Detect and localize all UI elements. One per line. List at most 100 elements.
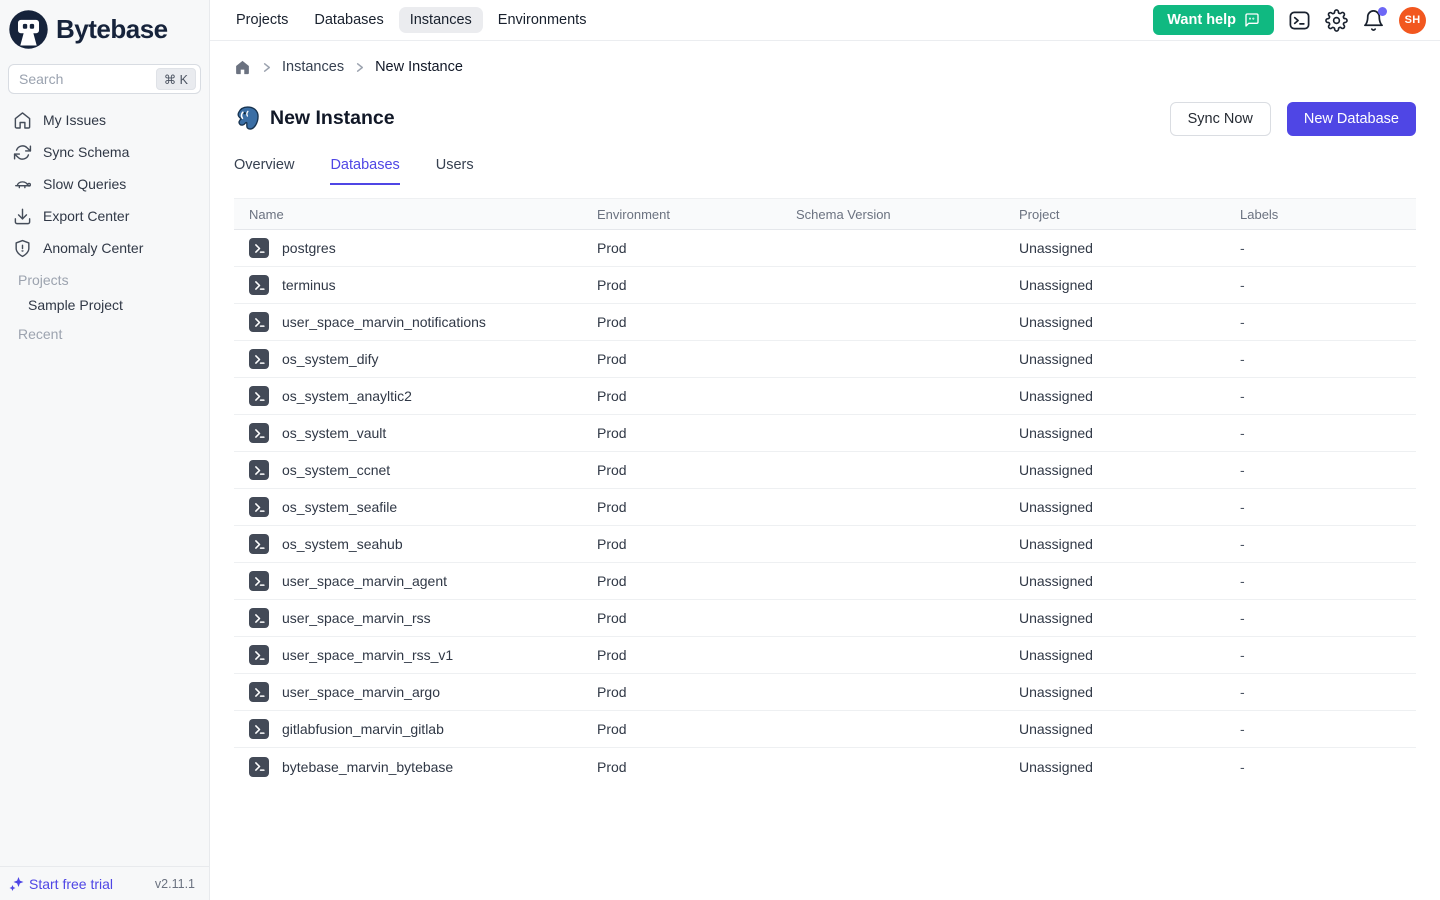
sidebar-item-slow-queries[interactable]: Slow Queries [0, 168, 209, 200]
sidebar-item-label: Export Center [43, 208, 129, 224]
table-row[interactable]: gitlabfusion_marvin_gitlab Prod Unassign… [234, 711, 1416, 748]
new-database-button[interactable]: New Database [1287, 102, 1416, 136]
table-row[interactable]: os_system_seafile Prod Unassigned - [234, 489, 1416, 526]
tab-users[interactable]: Users [436, 157, 474, 185]
recent-section-label: Recent [0, 318, 209, 346]
environment-cell: Prod [597, 721, 796, 737]
db-name: terminus [282, 277, 336, 293]
nav-item-projects[interactable]: Projects [225, 7, 299, 33]
table-body: postgres Prod Unassigned - terminus [234, 230, 1416, 785]
sidebar-footer: Start free trial v2.11.1 [0, 866, 209, 900]
project-cell: Unassigned [1019, 314, 1240, 330]
db-name-cell: gitlabfusion_marvin_gitlab [234, 719, 597, 739]
database-terminal-icon [249, 534, 269, 554]
table-row[interactable]: terminus Prod Unassigned - [234, 267, 1416, 304]
labels-cell: - [1240, 425, 1416, 441]
brand-logo[interactable]: Bytebase [0, 0, 209, 58]
sidebar-item-sync-schema[interactable]: Sync Schema [0, 136, 209, 168]
db-name-cell: bytebase_marvin_bytebase [234, 757, 597, 777]
sidebar-item-my-issues[interactable]: My Issues [0, 104, 209, 136]
shield-icon [13, 239, 32, 258]
table-row[interactable]: os_system_dify Prod Unassigned - [234, 341, 1416, 378]
sparkles-icon [9, 876, 25, 892]
breadcrumb-current: New Instance [375, 59, 463, 75]
title-row: New Instance Sync Now New Database [234, 101, 1416, 136]
project-cell: Unassigned [1019, 721, 1240, 737]
avatar[interactable]: SH [1399, 7, 1426, 34]
download-icon [13, 207, 32, 226]
db-name-cell: os_system_anayltic2 [234, 386, 597, 406]
db-name-cell: os_system_seahub [234, 534, 597, 554]
breadcrumb-home[interactable] [234, 59, 251, 76]
db-name-cell: postgres [234, 238, 597, 258]
databases-table: NameEnvironmentSchema VersionProjectLabe… [234, 198, 1416, 785]
chevron-right-icon [353, 61, 366, 74]
table-row[interactable]: user_space_marvin_agent Prod Unassigned … [234, 563, 1416, 600]
database-terminal-icon [249, 682, 269, 702]
settings-button[interactable] [1325, 9, 1348, 32]
table-row[interactable]: os_system_ccnet Prod Unassigned - [234, 452, 1416, 489]
environment-cell: Prod [597, 684, 796, 700]
labels-cell: - [1240, 647, 1416, 663]
db-name: user_space_marvin_rss_v1 [282, 647, 453, 663]
db-name-cell: user_space_marvin_agent [234, 571, 597, 591]
table-row[interactable]: os_system_anayltic2 Prod Unassigned - [234, 378, 1416, 415]
labels-cell: - [1240, 499, 1416, 515]
table-row[interactable]: os_system_vault Prod Unassigned - [234, 415, 1416, 452]
nav-item-instances[interactable]: Instances [399, 7, 483, 33]
labels-cell: - [1240, 536, 1416, 552]
database-terminal-icon [249, 423, 269, 443]
environment-cell: Prod [597, 277, 796, 293]
column-header-project: Project [1019, 207, 1240, 222]
project-cell: Unassigned [1019, 536, 1240, 552]
db-name-cell: user_space_marvin_notifications [234, 312, 597, 332]
start-free-trial-link[interactable]: Start free trial [9, 876, 113, 892]
terminal-icon [1288, 9, 1311, 32]
table-row[interactable]: bytebase_marvin_bytebase Prod Unassigned… [234, 748, 1416, 785]
table-row[interactable]: os_system_seahub Prod Unassigned - [234, 526, 1416, 563]
breadcrumb-instances[interactable]: Instances [282, 59, 344, 75]
notifications-button[interactable] [1362, 9, 1385, 32]
sidebar-item-anomaly-center[interactable]: Anomaly Center [0, 232, 209, 264]
labels-cell: - [1240, 240, 1416, 256]
sync-now-button[interactable]: Sync Now [1170, 102, 1271, 136]
project-cell: Unassigned [1019, 240, 1240, 256]
database-terminal-icon [249, 497, 269, 517]
page-content: Instances New Instance New Instance Sync… [210, 41, 1440, 900]
postgresql-icon [234, 105, 261, 132]
want-help-button[interactable]: Want help [1153, 5, 1274, 35]
environment-cell: Prod [597, 499, 796, 515]
chat-icon [1244, 12, 1260, 28]
nav-item-databases[interactable]: Databases [303, 7, 394, 33]
sql-editor-button[interactable] [1288, 9, 1311, 32]
table-row[interactable]: user_space_marvin_rss_v1 Prod Unassigned… [234, 637, 1416, 674]
tab-overview[interactable]: Overview [234, 157, 294, 185]
table-row[interactable]: user_space_marvin_rss Prod Unassigned - [234, 600, 1416, 637]
db-name-cell: os_system_ccnet [234, 460, 597, 480]
nav-item-environments[interactable]: Environments [487, 7, 598, 33]
search-box: ⌘ K [8, 64, 201, 94]
project-cell: Unassigned [1019, 684, 1240, 700]
main-area: ProjectsDatabasesInstancesEnvironments W… [210, 0, 1440, 900]
sidebar-item-export-center[interactable]: Export Center [0, 200, 209, 232]
database-terminal-icon [249, 312, 269, 332]
sidebar: Bytebase ⌘ K My Issues Sync Schema Slow … [0, 0, 210, 900]
db-name-cell: user_space_marvin_argo [234, 682, 597, 702]
environment-cell: Prod [597, 647, 796, 663]
db-name: postgres [282, 240, 336, 256]
environment-cell: Prod [597, 314, 796, 330]
sidebar-item-sample-project[interactable]: Sample Project [0, 292, 209, 318]
table-row[interactable]: user_space_marvin_argo Prod Unassigned - [234, 674, 1416, 711]
project-cell: Unassigned [1019, 499, 1240, 515]
page-title: New Instance [270, 107, 395, 130]
labels-cell: - [1240, 351, 1416, 367]
db-name: gitlabfusion_marvin_gitlab [282, 721, 444, 737]
table-row[interactable]: postgres Prod Unassigned - [234, 230, 1416, 267]
tab-bar: Overview Databases Users [234, 157, 1416, 185]
database-terminal-icon [249, 386, 269, 406]
db-name: os_system_dify [282, 351, 378, 367]
environment-cell: Prod [597, 240, 796, 256]
environment-cell: Prod [597, 388, 796, 404]
tab-databases[interactable]: Databases [330, 157, 399, 185]
table-row[interactable]: user_space_marvin_notifications Prod Una… [234, 304, 1416, 341]
